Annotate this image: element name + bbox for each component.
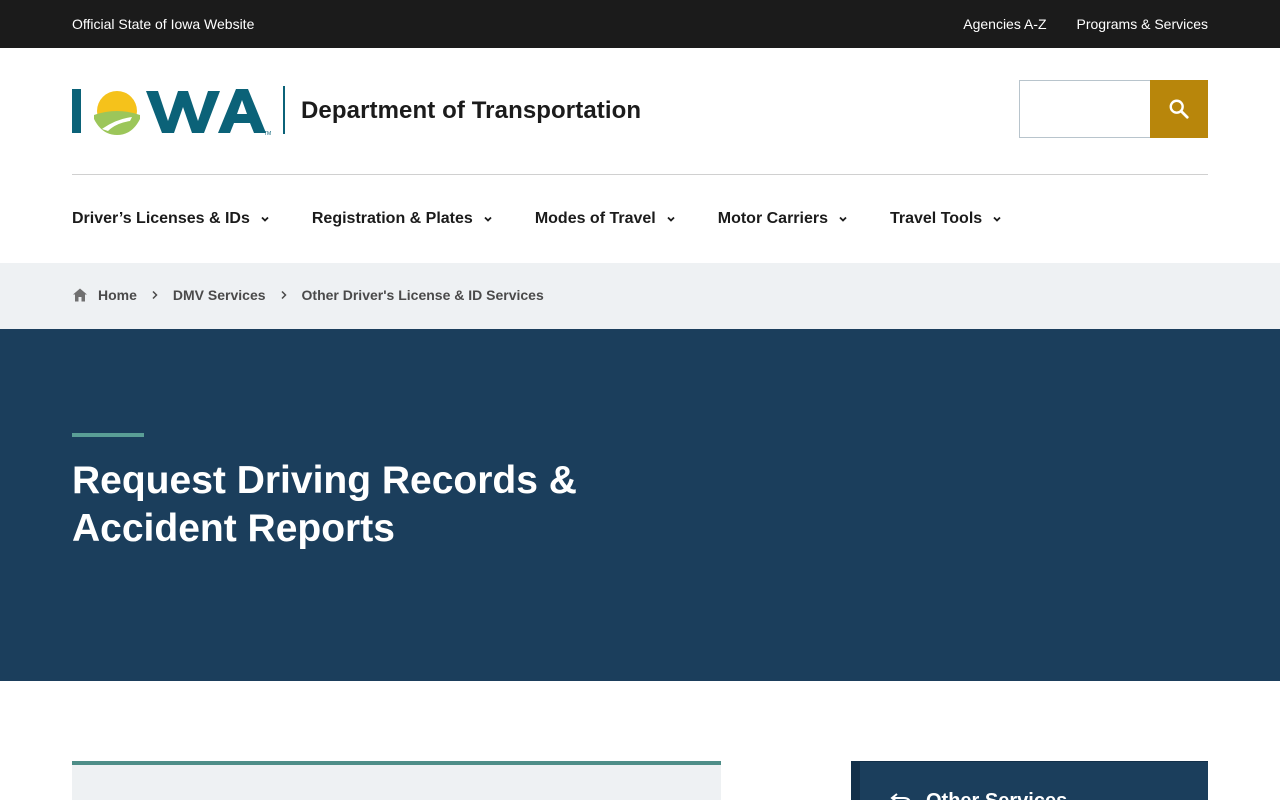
iowa-logo[interactable]: TM <box>72 85 272 137</box>
chevron-down-icon <box>261 216 269 222</box>
logo-divider <box>283 86 285 134</box>
nav-drivers-licenses[interactable]: Driver’s Licenses & IDs <box>72 210 270 228</box>
nav-item-label: Motor Carriers <box>717 210 828 227</box>
sidebar-title: Other Services <box>926 790 1067 800</box>
chevron-right-icon <box>280 290 287 300</box>
nav-item-label: Modes of Travel <box>534 210 656 227</box>
utility-links: Agencies A-Z Programs & Services <box>963 16 1208 32</box>
main-navigation: Driver’s Licenses & IDs Registration & P… <box>72 175 1044 263</box>
breadcrumb: Home DMV Services Other Driver's License… <box>72 287 544 303</box>
nav-motor-carriers[interactable]: Motor Carriers <box>718 210 848 228</box>
search-button[interactable] <box>1150 80 1208 138</box>
back-arrow-icon <box>890 793 911 800</box>
home-icon <box>73 288 87 302</box>
sidebar-other-services[interactable]: Other Services <box>851 761 1208 800</box>
chevron-down-icon <box>667 216 675 222</box>
chevron-down-icon <box>839 216 847 222</box>
page-hero: Request Driving Records & Accident Repor… <box>0 329 1280 681</box>
nav-item-label: Driver’s Licenses & IDs <box>72 210 250 227</box>
chevron-down-icon <box>993 216 1001 222</box>
agencies-az-link[interactable]: Agencies A-Z <box>963 16 1046 32</box>
chevron-right-icon <box>152 290 158 300</box>
breadcrumb-home[interactable]: Home <box>98 287 137 303</box>
department-name[interactable]: Department of Transportation <box>301 97 641 125</box>
nav-item-label: Travel Tools <box>889 210 983 227</box>
chevron-down-icon <box>484 216 492 222</box>
nav-item-label: Registration & Plates <box>311 210 473 227</box>
site-header: TM Department of Transportation <box>0 48 1280 175</box>
iowa-logo-mark: TM <box>72 88 271 137</box>
search-icon <box>1169 99 1189 119</box>
content-card <box>72 761 721 800</box>
nav-registration-plates[interactable]: Registration & Plates <box>312 210 493 228</box>
breadcrumb-dmv-services[interactable]: DMV Services <box>173 287 266 303</box>
official-site-bar: Official State of Iowa Website Agencies … <box>0 0 1280 48</box>
official-site-label: Official State of Iowa Website <box>72 16 255 32</box>
search-input[interactable] <box>1019 80 1151 138</box>
svg-text:TM: TM <box>264 131 271 137</box>
nav-modes-of-travel[interactable]: Modes of Travel <box>535 210 676 228</box>
nav-travel-tools[interactable]: Travel Tools <box>890 210 1002 228</box>
programs-services-link[interactable]: Programs & Services <box>1077 16 1208 32</box>
hero-accent-bar <box>72 433 144 437</box>
breadcrumb-bar: Home DMV Services Other Driver's License… <box>0 263 1280 329</box>
breadcrumb-other-dl-services[interactable]: Other Driver's License & ID Services <box>302 287 544 303</box>
page-title: Request Driving Records & Accident Repor… <box>72 459 577 550</box>
